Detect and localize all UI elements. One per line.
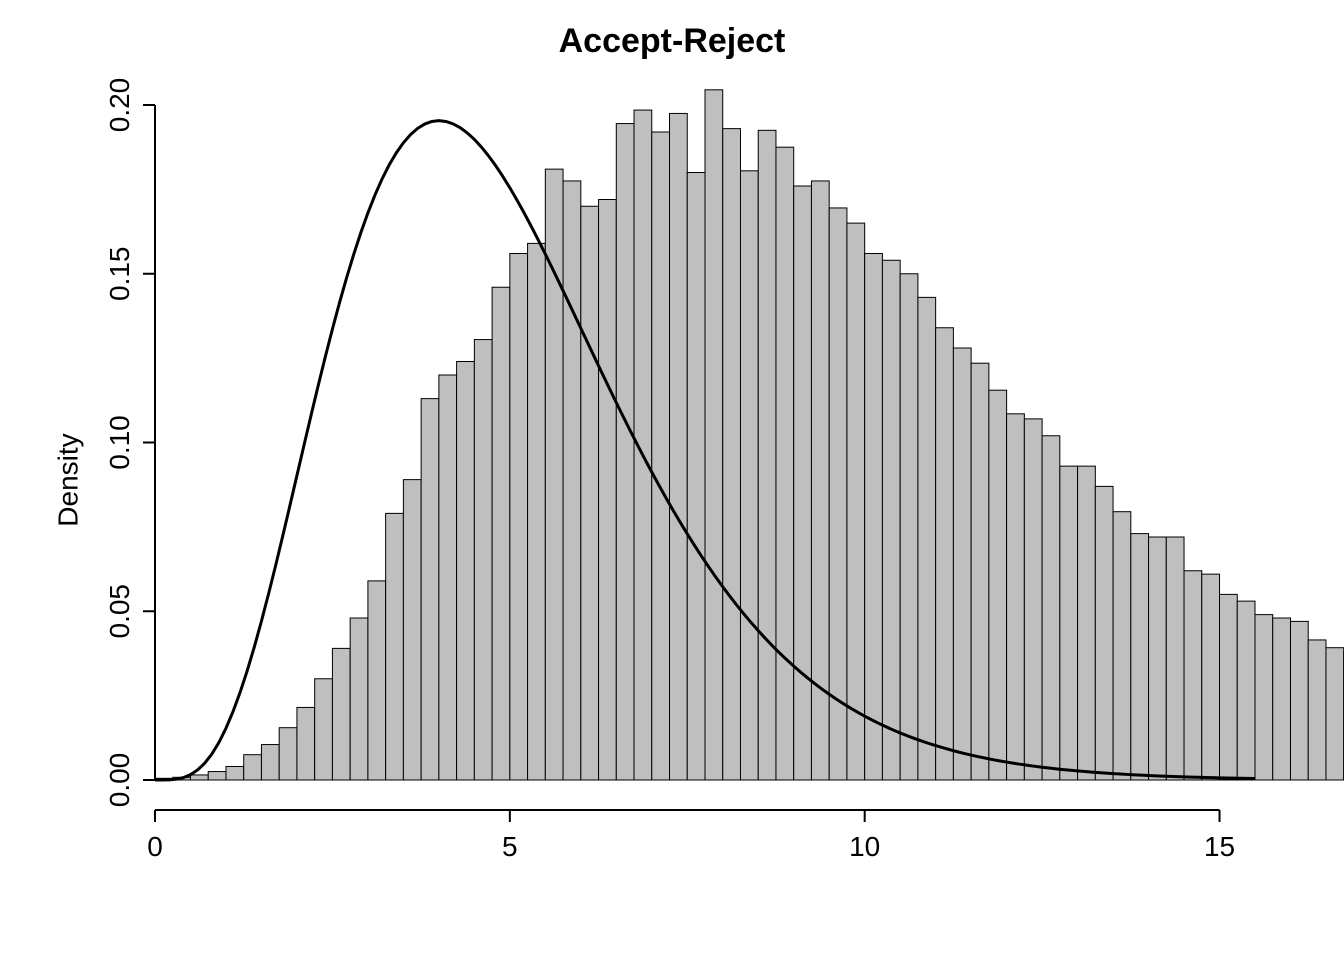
histogram-bar <box>1273 618 1291 780</box>
y-tick-label: 0.15 <box>104 247 135 302</box>
histogram-bar <box>368 581 386 780</box>
histogram-bar <box>1095 486 1113 780</box>
histogram-bar <box>776 147 794 780</box>
histogram-bar <box>1326 648 1344 780</box>
histogram-bar <box>528 243 546 780</box>
histogram-bar <box>350 618 368 780</box>
histogram-bar <box>279 728 297 780</box>
histogram-bar <box>599 200 617 781</box>
histogram-bar <box>226 767 244 781</box>
histogram-bar <box>244 755 262 780</box>
x-tick-label: 10 <box>849 831 880 862</box>
histogram-bar <box>492 287 510 780</box>
histogram-bar <box>1024 419 1042 780</box>
histogram-bar <box>670 113 688 780</box>
histogram-bar <box>1149 537 1167 780</box>
histogram-bar <box>421 399 439 780</box>
histogram-bar <box>1255 615 1273 780</box>
histogram-bar <box>439 375 457 780</box>
histogram-bar <box>829 208 847 780</box>
y-tick-label: 0.10 <box>104 415 135 470</box>
histogram-bar <box>1007 414 1025 780</box>
histogram-bar <box>1113 512 1131 780</box>
histogram-bar <box>687 173 705 781</box>
histogram-bar <box>261 745 279 780</box>
histogram-bar <box>403 480 421 780</box>
histogram-bar <box>457 362 475 781</box>
histogram-bar <box>936 328 954 780</box>
x-tick-label: 15 <box>1204 831 1235 862</box>
histogram-bar <box>1042 436 1060 780</box>
histogram-bar <box>971 363 989 780</box>
histogram-bar <box>918 297 936 780</box>
histogram-bar <box>1290 621 1308 780</box>
histogram-bar <box>1237 601 1255 780</box>
histogram-bar <box>740 171 758 780</box>
histogram-bar <box>758 130 776 780</box>
histogram-bar <box>332 648 350 780</box>
histogram-bar <box>794 186 812 780</box>
x-tick-label: 0 <box>147 831 163 862</box>
y-tick-label: 0.05 <box>104 584 135 639</box>
histogram-bar <box>865 254 883 781</box>
histogram-bar <box>847 223 865 780</box>
histogram-bar <box>190 775 208 780</box>
histogram-bar <box>811 181 829 780</box>
y-tick-label: 0.20 <box>104 78 135 133</box>
histogram-bar <box>900 274 918 780</box>
histogram-bar <box>581 206 599 780</box>
y-tick-label: 0.00 <box>104 753 135 808</box>
histogram-bar <box>1131 534 1149 780</box>
chart-canvas: 0 5 10 15 0.00 0.05 0.10 0.15 0.20 <box>0 0 1344 960</box>
histogram-bar <box>989 390 1007 780</box>
histogram-bar <box>563 181 581 780</box>
histogram-bar <box>1184 571 1202 780</box>
histogram-bar <box>1202 574 1220 780</box>
histogram-bar <box>882 260 900 780</box>
histogram-bar <box>208 772 226 780</box>
histogram-bar <box>297 707 315 780</box>
histogram-bar <box>1078 466 1096 780</box>
histogram-bar <box>315 679 333 780</box>
histogram-bar <box>705 90 723 780</box>
histogram-bar <box>723 129 741 780</box>
histogram-bar <box>652 132 670 780</box>
x-tick-label: 5 <box>502 831 518 862</box>
histogram-bar <box>474 340 492 780</box>
histogram-bar <box>1166 537 1184 780</box>
histogram-bar <box>510 254 528 781</box>
histogram-bar <box>1220 594 1238 780</box>
histogram-bar <box>1308 640 1326 780</box>
histogram-bar <box>1060 466 1078 780</box>
histogram-bar <box>953 348 971 780</box>
histogram-bar <box>616 124 634 780</box>
histogram-bar <box>386 513 404 780</box>
